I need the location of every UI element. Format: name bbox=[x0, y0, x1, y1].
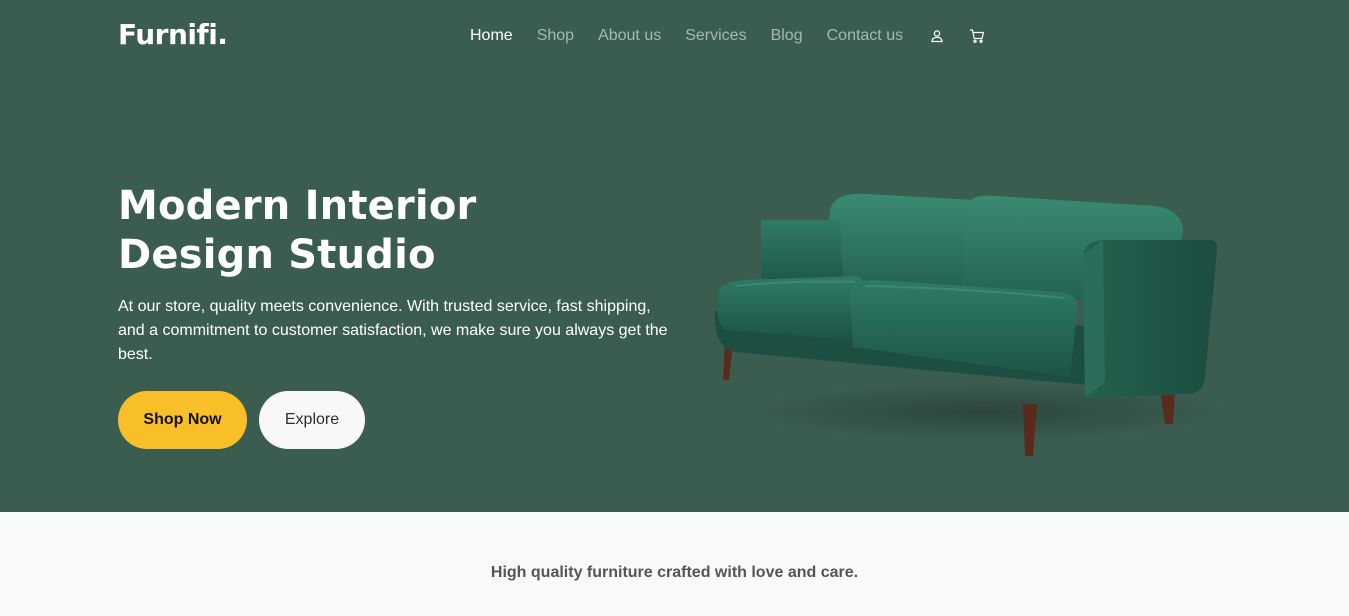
hero-section: Furnifi. Home Shop About us Services Blo… bbox=[0, 0, 1349, 512]
hero-title-line-2: Design Studio bbox=[118, 232, 436, 278]
sofa-image bbox=[714, 193, 1230, 456]
hero-description: At our store, quality meets convenience.… bbox=[118, 298, 668, 363]
hero-title: Modern Interior Design Studio bbox=[118, 182, 598, 280]
main-nav: Home Shop About us Services Blog Contact… bbox=[470, 24, 985, 48]
nav-item-home[interactable]: Home bbox=[470, 25, 513, 47]
nav-item-services[interactable]: Services bbox=[685, 25, 746, 47]
brand-logo[interactable]: Furnifi. bbox=[118, 18, 228, 52]
nav-item-blog[interactable]: Blog bbox=[771, 25, 803, 47]
nav-item-shop[interactable]: Shop bbox=[537, 25, 574, 47]
user-icon[interactable] bbox=[929, 28, 945, 44]
nav-item-contact-us[interactable]: Contact us bbox=[827, 25, 903, 47]
hero-title-line-1: Modern Interior bbox=[118, 183, 477, 229]
tagline: High quality furniture crafted with love… bbox=[490, 564, 859, 581]
nav-item-about-us[interactable]: About us bbox=[598, 25, 661, 47]
explore-button[interactable]: Explore bbox=[259, 391, 365, 449]
cart-icon[interactable] bbox=[969, 28, 985, 44]
shop-now-button[interactable]: Shop Now bbox=[118, 391, 247, 449]
